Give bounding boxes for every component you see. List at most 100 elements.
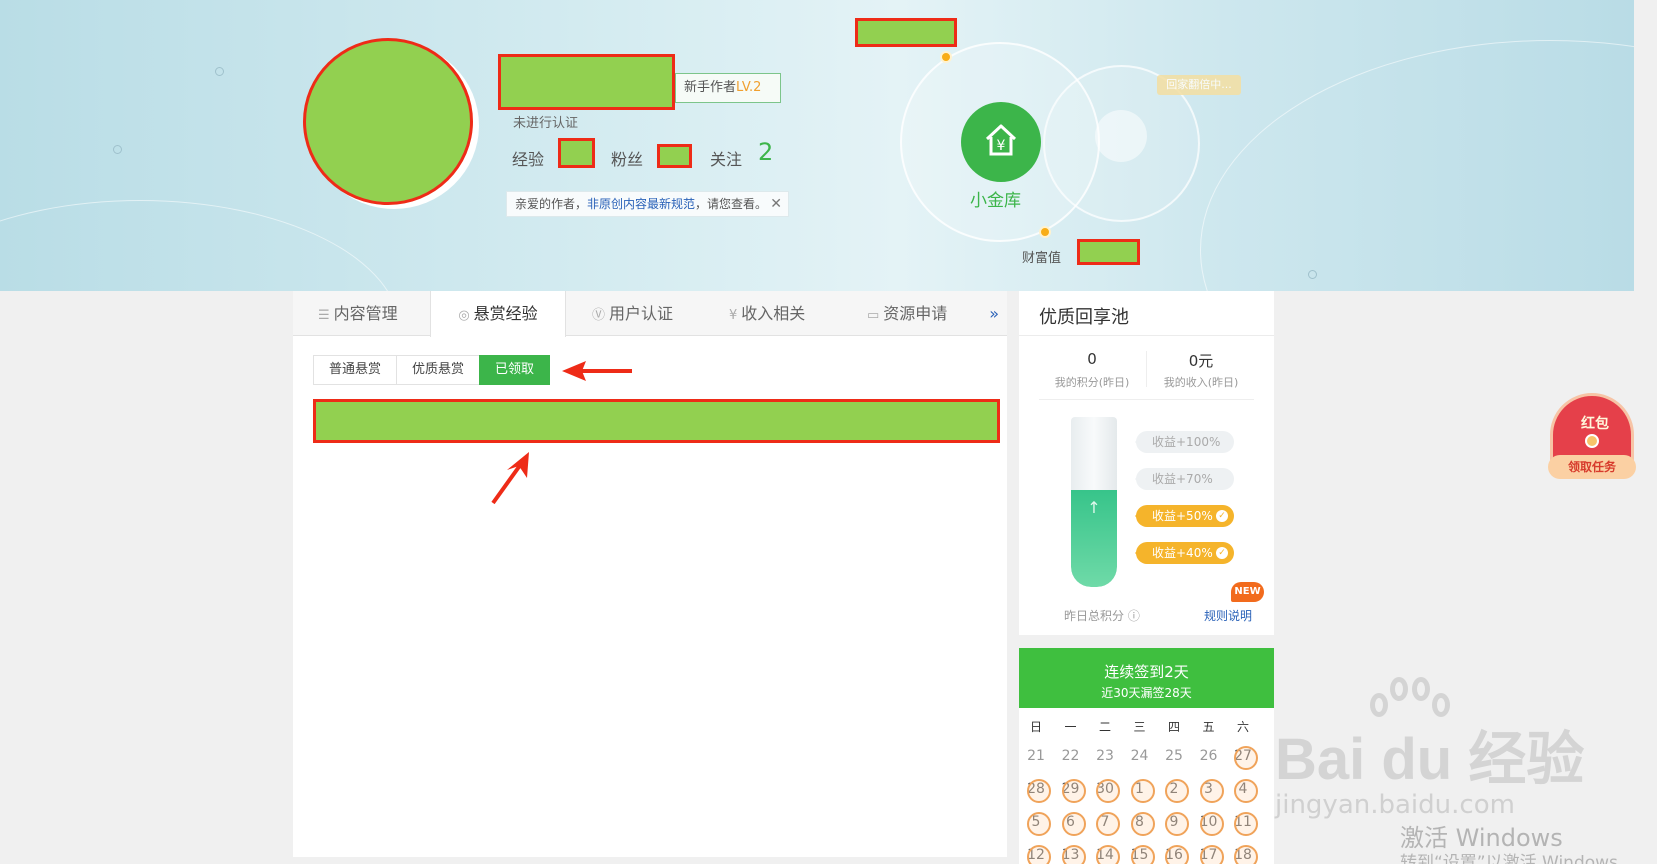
vault-button[interactable]: ¥ (961, 102, 1041, 182)
red-packet-title: 红包 (1581, 416, 1609, 432)
check-icon: ✓ (1216, 547, 1228, 559)
tab-bar: ☰ 内容管理 ◎ 悬赏经验 Ⓥ 用户认证 ¥ 收入相关 ▭ 资源申请 » (293, 291, 1007, 337)
signin-subtitle: 近30天漏签28天 (1101, 686, 1192, 700)
calendar-day[interactable]: 26 (1194, 748, 1224, 764)
calendar-day[interactable]: 6 (1056, 812, 1086, 836)
points-value: 0 (1087, 350, 1097, 368)
username-redacted (498, 54, 675, 110)
follow-value[interactable]: 2 (758, 138, 773, 166)
watermark-url: jingyan.baidu.com (1275, 790, 1515, 820)
calendar-day[interactable]: 27 (1228, 746, 1258, 770)
follow-label: 关注 (710, 150, 743, 169)
calendar-day[interactable]: 25 (1159, 748, 1189, 764)
points-label: 我的积分(昨日) (1054, 376, 1130, 389)
main-panel: ☰ 内容管理 ◎ 悬赏经验 Ⓥ 用户认证 ¥ 收入相关 ▭ 资源申请 » 普通悬赏 优质悬… (293, 291, 1007, 857)
signin-header[interactable]: 连续签到2天 近30天漏签28天 (1019, 648, 1274, 708)
calendar-day[interactable]: 15 (1125, 845, 1155, 864)
signin-card: 连续签到2天 近30天漏签28天 日一二三四五六 21 22 23 24 25 26 27 28… (1019, 648, 1274, 864)
avatar[interactable] (303, 38, 473, 205)
verified-icon: Ⓥ (592, 308, 606, 323)
quality-pool-card: 优质回享池 0 我的积分(昨日) 0元 我的收入(昨日) ↑ 收益+100% 收… (1019, 291, 1274, 635)
bounty-subtabs: 普通悬赏 优质悬赏 已领取 (313, 355, 551, 385)
calendar-day[interactable]: 4 (1228, 779, 1258, 803)
packet-seal (1585, 434, 1599, 448)
calendar-day[interactable]: 12 (1021, 845, 1051, 864)
income-value: 0元 (1188, 352, 1214, 370)
calendar-day[interactable]: 13 (1056, 845, 1086, 864)
annotation-arrow-left (562, 361, 632, 381)
vault-label[interactable]: 小金库 (970, 186, 1021, 211)
calendar-day[interactable]: 21 (1021, 748, 1051, 764)
level-badge: 新手作者LV.2 (675, 73, 781, 103)
watermark-logo: Bai du 经验 (1275, 727, 1585, 792)
calendar-day[interactable]: 24 (1125, 748, 1155, 764)
new-badge: NEW (1231, 582, 1264, 602)
calendar-day[interactable]: 7 (1090, 812, 1120, 836)
claimed-item-redacted (313, 399, 1000, 443)
signin-title: 连续签到2天 (1104, 663, 1189, 681)
weekday-label: 二 (1098, 720, 1111, 734)
calendar-day[interactable]: 23 (1090, 748, 1120, 764)
subtab-normal-bounty[interactable]: 普通悬赏 (313, 355, 398, 385)
calendar-day[interactable]: 17 (1194, 845, 1224, 864)
tab-income[interactable]: ¥ 收入相关 (729, 291, 805, 336)
notice-link[interactable]: 非原创内容最新规范 (587, 197, 695, 211)
title-redacted (855, 18, 957, 47)
exp-label: 经验 (512, 150, 545, 169)
weekday-label: 四 (1167, 720, 1180, 734)
yesterday-points-label[interactable]: 昨日总积分 ⓘ (1064, 607, 1140, 624)
tab-bounty-experience[interactable]: ◎ 悬赏经验 (430, 291, 566, 337)
calendar-day[interactable]: 11 (1228, 812, 1258, 836)
list-icon: ☰ (318, 308, 330, 323)
red-packet-widget[interactable]: 红包 领取任务 (1548, 393, 1636, 485)
calendar-day[interactable]: 16 (1159, 845, 1189, 864)
calendar-day[interactable]: 14 (1090, 845, 1120, 864)
calendar-day[interactable]: 30 (1090, 779, 1120, 803)
weekday-label: 一 (1064, 720, 1077, 734)
monitor-icon: ▭ (867, 308, 880, 323)
activate-windows-hint: 转到“设置”以激活 Windows。 (1400, 853, 1635, 864)
calendar-day[interactable]: 10 (1194, 812, 1224, 836)
decor-dot (1308, 270, 1317, 279)
decor-dot (113, 145, 122, 154)
double-badge: 回家翻倍中... (1157, 75, 1241, 95)
decor-arc (0, 200, 400, 291)
calendar-day[interactable]: 18 (1228, 845, 1258, 864)
income-label: 我的收入(昨日) (1163, 376, 1239, 389)
certification-status[interactable]: 未进行认证 (513, 112, 578, 131)
claim-task-button[interactable]: 领取任务 (1548, 455, 1636, 479)
bonus-40: 收益+40% ✓ (1135, 542, 1234, 564)
calendar-day[interactable]: 3 (1194, 779, 1224, 803)
notice-bar: 亲爱的作者，非原创内容最新规范，请您查看。 ✕ (506, 191, 789, 217)
calendar-day[interactable]: 9 (1159, 812, 1189, 836)
tab-more-icon[interactable]: » (989, 291, 999, 336)
weekday-label: 六 (1236, 720, 1249, 734)
pool-title: 优质回享池 (1039, 307, 1129, 328)
fans-label: 粉丝 (611, 150, 644, 169)
tab-content-management[interactable]: ☰ 内容管理 (318, 291, 398, 336)
tab-user-certification[interactable]: Ⓥ 用户认证 (592, 291, 673, 336)
tab-resource-apply[interactable]: ▭ 资源申请 (867, 291, 947, 336)
calendar-day[interactable]: 8 (1125, 812, 1155, 836)
orbit-dot (940, 51, 952, 63)
calendar-day[interactable]: 5 (1021, 812, 1051, 836)
subtab-quality-bounty[interactable]: 优质悬赏 (396, 355, 481, 385)
divider (1019, 335, 1274, 336)
bonus-70: 收益+70% (1135, 468, 1234, 490)
weekday-label: 三 (1133, 720, 1146, 734)
rules-link[interactable]: 规则说明 (1204, 607, 1252, 624)
calendar-day[interactable]: 22 (1056, 748, 1086, 764)
orbit-dot (1039, 226, 1051, 238)
annotation-arrow-up (491, 452, 529, 505)
subtab-claimed[interactable]: 已领取 (479, 355, 551, 385)
close-icon[interactable]: ✕ (770, 192, 782, 216)
decor-arc (1200, 40, 1634, 291)
weekday-label: 日 (1029, 720, 1042, 734)
check-icon: ✓ (1216, 510, 1228, 522)
calendar-day[interactable]: 1 (1125, 779, 1155, 803)
house-yuan-icon: ¥ (985, 124, 1017, 156)
calendar-day[interactable]: 28 (1021, 779, 1051, 803)
divider (1039, 399, 1254, 400)
calendar-day[interactable]: 2 (1159, 779, 1189, 803)
calendar-day[interactable]: 29 (1056, 779, 1086, 803)
